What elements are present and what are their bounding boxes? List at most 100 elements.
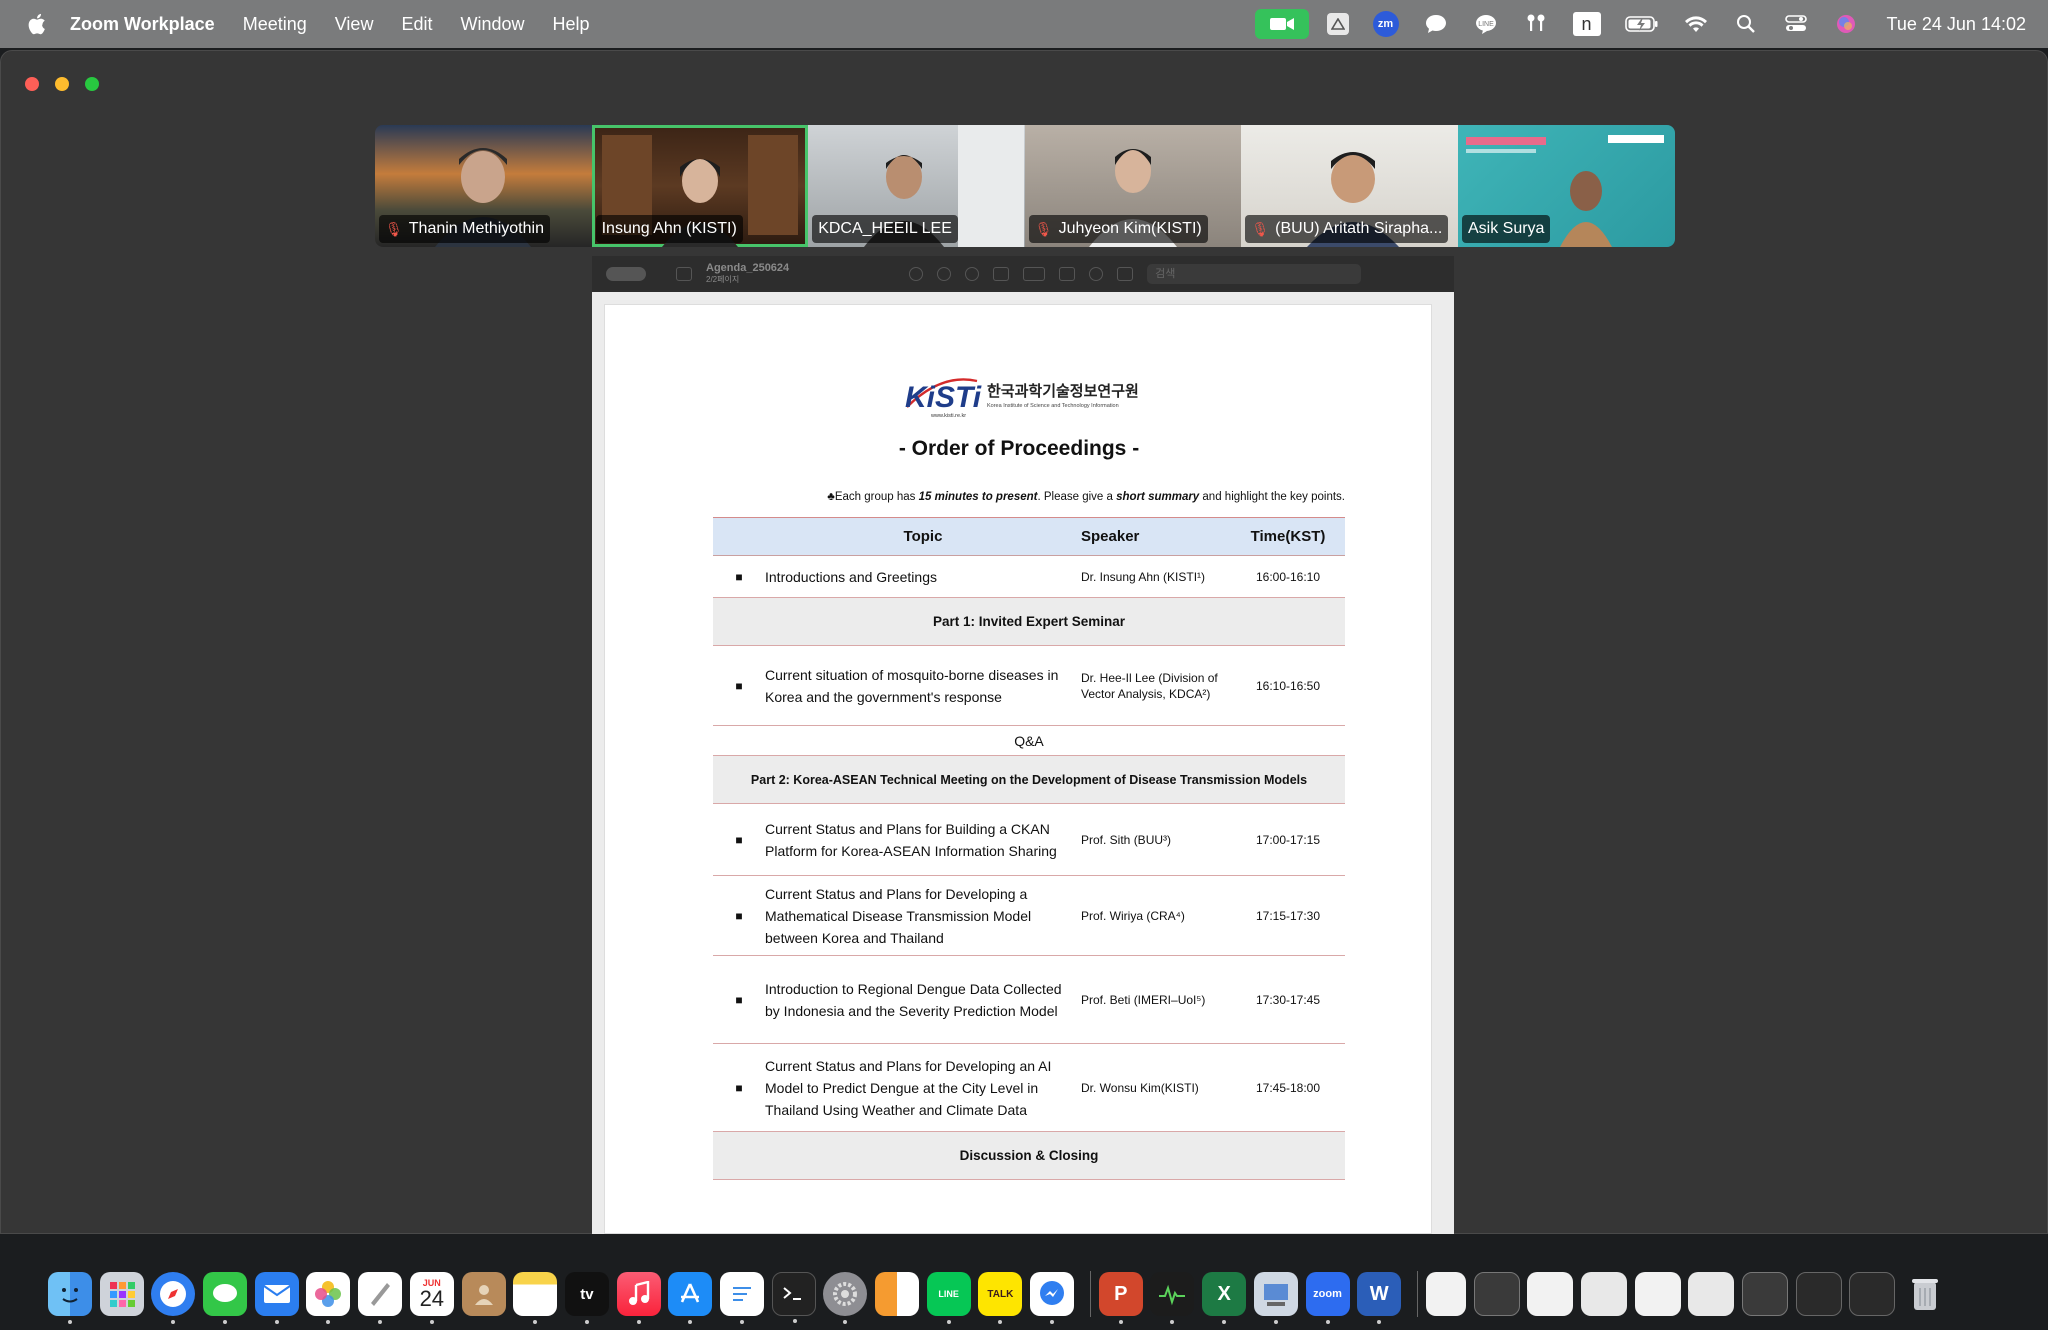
participant-video-strip: 🎙︎ Thanin Methiyothin Insung Ahn (KISTI) … xyxy=(375,125,1675,247)
app-name-menu[interactable]: Zoom Workplace xyxy=(70,14,215,35)
mail-icon[interactable] xyxy=(254,1272,299,1324)
preview-icon[interactable] xyxy=(1253,1272,1298,1324)
launchpad-icon[interactable] xyxy=(99,1272,144,1316)
bullet: ■ xyxy=(713,1043,765,1132)
messenger-icon[interactable] xyxy=(1030,1272,1075,1324)
participant-tile[interactable]: 🎙︎ Juhyeon Kim(KISTI) xyxy=(1024,125,1242,247)
word-icon[interactable]: W xyxy=(1357,1272,1402,1324)
bullet: ■ xyxy=(713,875,765,956)
wifi-icon[interactable] xyxy=(1683,11,1709,37)
bullet: ■ xyxy=(713,555,765,598)
recent-document-icon[interactable] xyxy=(1527,1272,1574,1316)
pages-icon[interactable] xyxy=(875,1272,919,1316)
search-field[interactable]: 검색 xyxy=(1147,264,1362,284)
notion-icon[interactable]: n xyxy=(1572,12,1601,36)
music-icon[interactable] xyxy=(616,1272,661,1324)
close-window-button[interactable] xyxy=(25,77,39,91)
zoom-video-icon[interactable] xyxy=(1254,9,1309,39)
zoom-window-button[interactable] xyxy=(85,77,99,91)
document-title: - Order of Proceedings - xyxy=(898,437,1140,460)
airpods-icon[interactable] xyxy=(1523,11,1549,37)
line-app-icon[interactable]: LINE xyxy=(926,1272,971,1324)
recent-document-icon[interactable] xyxy=(1580,1272,1627,1316)
calendar-icon[interactable]: JUN 24 xyxy=(409,1272,454,1324)
section-row: Discussion & Closing xyxy=(713,1131,1345,1180)
kisti-logo: KiSTi 한국과학기술정보연구원 Korea Institute of Sci… xyxy=(901,371,1141,421)
kakaotalk-icon[interactable]: TALK xyxy=(978,1272,1023,1324)
app-store-icon[interactable] xyxy=(668,1272,713,1324)
control-center-icon[interactable] xyxy=(1783,11,1809,37)
system-settings-icon[interactable] xyxy=(823,1272,868,1324)
agenda-speaker: Dr. Wonsu Kim(KISTI) xyxy=(1081,1043,1231,1132)
muted-mic-icon: 🎙︎ xyxy=(1034,221,1053,237)
recent-document-icon[interactable] xyxy=(1473,1272,1520,1316)
powerpoint-icon[interactable]: P xyxy=(1098,1272,1143,1324)
dock-separator xyxy=(1416,1271,1418,1317)
section-title: Part 2: Korea-ASEAN Technical Meeting on… xyxy=(713,755,1345,804)
dock-separator xyxy=(1089,1271,1091,1317)
edit-form-icon[interactable] xyxy=(1117,267,1134,281)
activity-monitor-icon[interactable] xyxy=(1150,1272,1195,1324)
photos-icon[interactable] xyxy=(306,1272,351,1324)
participant-tile[interactable]: KDCA_HEEIL LEE xyxy=(808,125,1025,247)
menu-edit[interactable]: Edit xyxy=(401,14,432,35)
view-mode-icon[interactable] xyxy=(676,267,692,281)
apple-tv-icon[interactable]: tv xyxy=(564,1272,609,1324)
spotlight-search-icon[interactable] xyxy=(1733,11,1759,37)
chat-bubble-icon[interactable] xyxy=(1423,11,1449,37)
zm-icon[interactable]: zm xyxy=(1372,11,1399,37)
menu-bar-clock[interactable]: Tue 24 Jun 14:02 xyxy=(1887,14,2026,35)
rotate-icon[interactable] xyxy=(1059,267,1076,281)
finder-icon[interactable] xyxy=(48,1272,92,1324)
recent-document-icon[interactable] xyxy=(1849,1272,1896,1316)
participant-name: Asik Surya xyxy=(1467,220,1545,237)
shared-screen: Agenda_250624 2/2페이지 검색 KiSTi 한국과학기술정보연구… xyxy=(592,256,1454,1234)
minimize-window-button[interactable] xyxy=(55,77,69,91)
markup-pen-icon[interactable] xyxy=(1023,267,1046,281)
apple-menu-icon[interactable] xyxy=(26,12,50,36)
menu-window[interactable]: Window xyxy=(460,14,524,35)
excel-icon[interactable]: X xyxy=(1202,1272,1247,1324)
section-title: Part 1: Invited Expert Seminar xyxy=(713,597,1345,646)
agenda-speaker: Prof. Sith (BUU³) xyxy=(1081,803,1231,876)
sidebar-toggle-icon[interactable] xyxy=(606,267,646,281)
menu-help[interactable]: Help xyxy=(553,14,590,35)
participant-tile[interactable]: 🎙︎ Thanin Methiyothin xyxy=(375,125,592,247)
messages-icon[interactable] xyxy=(203,1272,248,1324)
recent-document-icon[interactable] xyxy=(1795,1272,1842,1316)
pdf-viewer-toolbar: Agenda_250624 2/2페이지 검색 xyxy=(592,256,1454,292)
participant-tile-active-speaker[interactable]: Insung Ahn (KISTI) xyxy=(591,125,809,247)
agenda-speaker: Prof. Beti (IMERI–UoI⁵) xyxy=(1081,955,1231,1044)
participant-name: Insung Ahn (KISTI) xyxy=(601,220,737,237)
terminal-icon[interactable] xyxy=(771,1272,816,1323)
contacts-icon[interactable] xyxy=(461,1272,506,1316)
participant-tile[interactable]: 🎙︎ (BUU) Aritath Siraphа... xyxy=(1241,125,1458,247)
zoom-out-icon[interactable] xyxy=(937,267,952,281)
textedit-icon[interactable] xyxy=(719,1272,764,1324)
zoom-app-icon[interactable]: zoom xyxy=(1305,1272,1350,1324)
siri-icon[interactable] xyxy=(1833,11,1859,37)
drive-icon[interactable] xyxy=(1326,13,1349,35)
agenda-topic: Introduction to Regional Dengue Data Col… xyxy=(765,955,1081,1044)
notes-icon[interactable] xyxy=(513,1272,558,1324)
line-icon[interactable]: LINE xyxy=(1473,11,1499,37)
recent-document-icon[interactable] xyxy=(1742,1272,1788,1316)
zoom-in-icon[interactable] xyxy=(965,267,980,281)
svg-text:한국과학기술정보연구원: 한국과학기술정보연구원 xyxy=(987,382,1139,400)
agenda-topic: Current situation of mosquito-borne dise… xyxy=(765,645,1081,726)
annotate-icon[interactable] xyxy=(1089,267,1104,281)
info-icon[interactable] xyxy=(909,267,924,281)
participant-tile[interactable]: Asik Surya xyxy=(1457,125,1675,247)
agenda-time: 17:45-18:00 xyxy=(1231,1043,1345,1132)
recent-document-icon[interactable] xyxy=(1688,1272,1735,1316)
recent-document-icon[interactable] xyxy=(1634,1272,1681,1316)
agenda-time: 16:10-16:50 xyxy=(1231,645,1345,726)
menu-view[interactable]: View xyxy=(335,14,374,35)
menu-meeting[interactable]: Meeting xyxy=(243,14,307,35)
safari-icon[interactable] xyxy=(151,1272,196,1324)
svg-text:Korea Institute of Science and: Korea Institute of Science and Technolog… xyxy=(987,403,1119,409)
trash-icon[interactable] xyxy=(1903,1272,1947,1316)
share-icon[interactable] xyxy=(993,267,1010,281)
freeform-icon[interactable] xyxy=(358,1272,403,1324)
recent-document-icon[interactable] xyxy=(1425,1272,1466,1316)
